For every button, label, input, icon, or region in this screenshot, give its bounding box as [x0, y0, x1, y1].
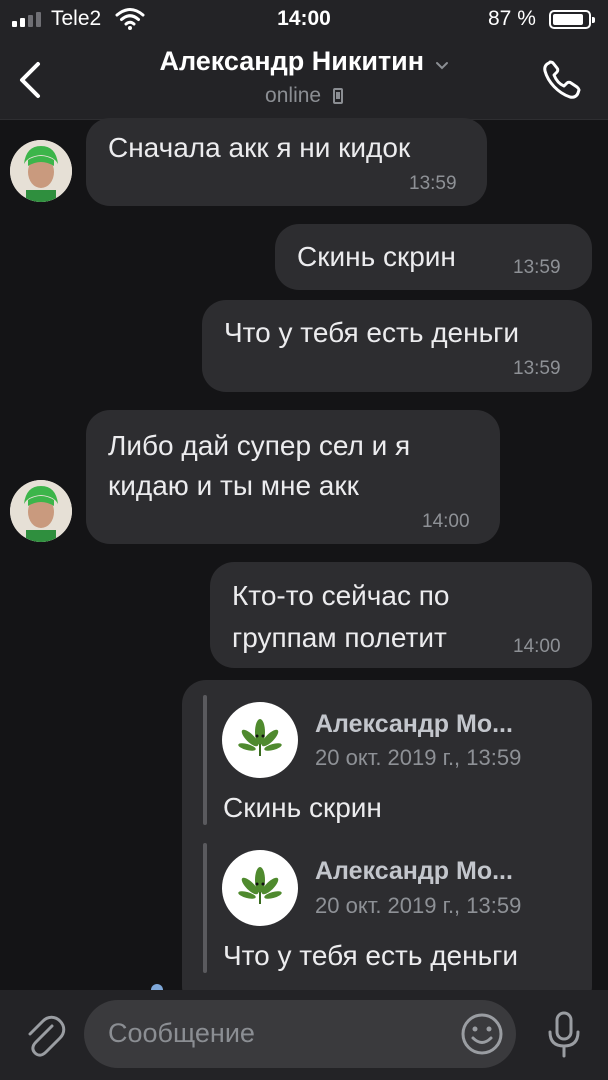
forward-text: Что у тебя есть деньги: [223, 940, 519, 971]
message-bubble[interactable]: Кто-то сейчас по группам полетит 14:00: [210, 562, 592, 668]
message-text-line: Кто-то сейчас по: [232, 580, 450, 611]
message-bubble[interactable]: Что у тебя есть деньги 13:59: [202, 300, 592, 392]
message-time: 14:00: [513, 636, 561, 657]
chat-header: Александр Никитин online: [0, 40, 608, 120]
message-text-line: группам полетит: [232, 622, 447, 653]
message-input[interactable]: Сообщение: [84, 1000, 516, 1068]
forward-date: 20 окт. 2019 г., 13:59: [315, 745, 522, 770]
message-time: 13:59: [513, 257, 561, 278]
message-text: Сначала акк я ни кидок: [108, 132, 411, 163]
paperclip-icon[interactable]: [22, 1012, 66, 1060]
battery-icon: [549, 10, 595, 29]
message-placeholder: Сообщение: [108, 1018, 255, 1048]
message-bubble[interactable]: Либо дай супер сел и я кидаю и ты мне ак…: [86, 410, 500, 544]
chat-title-button[interactable]: Александр Никитин: [0, 46, 608, 77]
contact-avatar[interactable]: [10, 480, 72, 542]
forward-author[interactable]: Александр Мо...: [315, 857, 513, 886]
message-bubble[interactable]: Скинь скрин 13:59: [275, 224, 592, 290]
quote-bar: [203, 695, 207, 825]
message-text: Что у тебя есть деньги: [224, 317, 520, 348]
message-composer: Сообщение: [0, 990, 608, 1080]
presence-status: online: [0, 84, 608, 108]
quote-bar: [203, 843, 207, 973]
message-bubble[interactable]: Сначала акк я ни кидок 13:59: [86, 118, 487, 206]
chat-title: Александр Никитин: [159, 46, 425, 76]
smiley-icon[interactable]: [460, 1012, 504, 1056]
status-bar: Tele2 14:00 87 %: [0, 0, 608, 40]
contact-avatar[interactable]: [10, 140, 72, 202]
message-time: 13:59: [513, 358, 561, 379]
online-label: online: [265, 84, 322, 107]
message-time: 14:00: [422, 511, 470, 532]
message-text: Скинь скрин: [297, 241, 456, 272]
leaf-icon: [222, 702, 298, 778]
forward-text: Скинь скрин: [223, 792, 382, 823]
message-time: 13:59: [409, 173, 457, 194]
battery-percent: 87 %: [488, 7, 536, 30]
microphone-icon[interactable]: [544, 1010, 584, 1060]
mobile-device-icon: [332, 88, 343, 104]
message-text-line: Либо дай супер сел и я: [108, 430, 411, 461]
phone-icon[interactable]: [540, 58, 584, 102]
message-text-line: кидаю и ты мне акк: [108, 470, 359, 501]
chevron-down-icon: [435, 61, 448, 70]
forward-author[interactable]: Александр Мо...: [315, 710, 513, 739]
forward-date: 20 окт. 2019 г., 13:59: [315, 893, 522, 918]
leaf-icon: [222, 850, 298, 926]
